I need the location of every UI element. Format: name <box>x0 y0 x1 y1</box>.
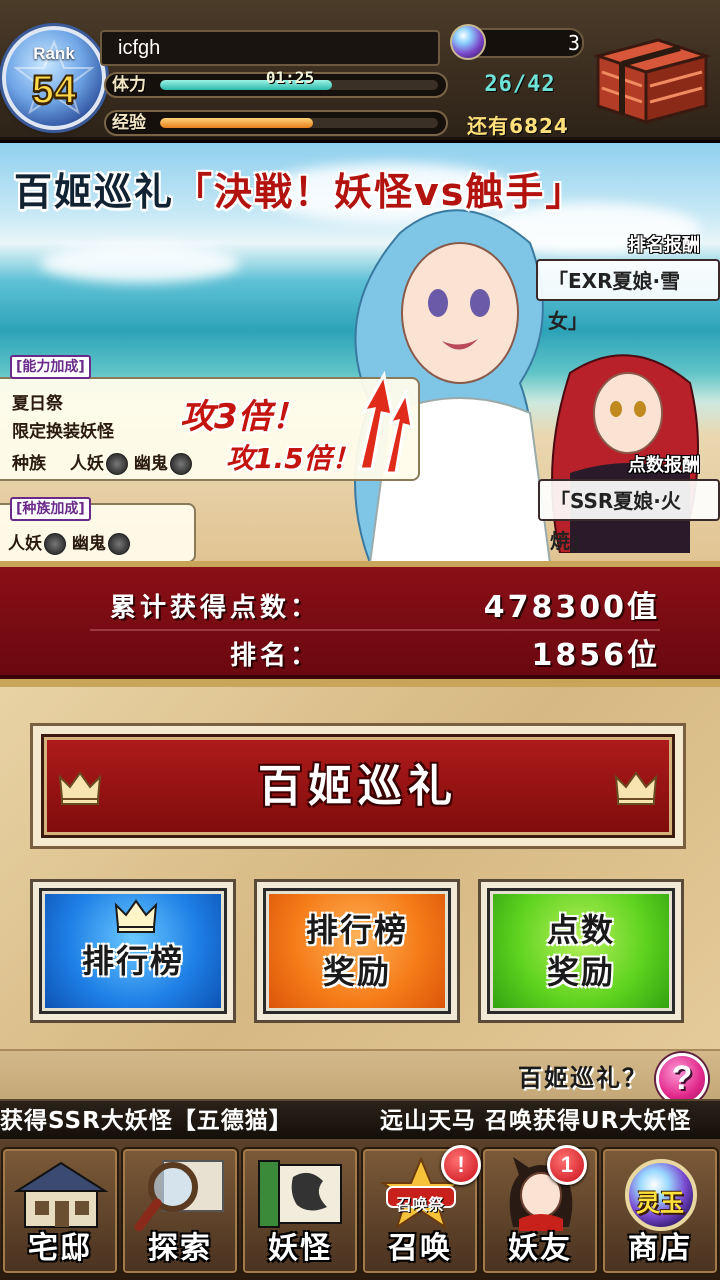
nav-label: 妖友 <box>508 1231 572 1266</box>
race-human-icon <box>105 453 128 475</box>
help-button[interactable]: ? <box>656 1053 708 1105</box>
ranking-reward-text: 「EXR夏娘·雪女」 <box>548 269 681 333</box>
race-buff-human: 人妖 <box>8 534 42 554</box>
nav-label: 商店 <box>628 1231 692 1266</box>
stamina-label: 体力 <box>112 75 146 95</box>
race-buff-human-icon <box>44 533 66 555</box>
rank-badge[interactable]: Rank 54 <box>2 26 106 130</box>
exp-remaining: 还有6824 <box>467 114 569 138</box>
race-ghost-label: 幽鬼 <box>133 454 168 474</box>
nav-shop[interactable]: 灵玉 商店 <box>601 1147 719 1275</box>
race-buff-ghost-icon <box>107 533 130 555</box>
stamina-count: 26/42 <box>484 72 556 97</box>
event-title-prefix: 百姬巡礼 <box>14 170 175 214</box>
race-buff-line: 人妖 幽鬼 <box>8 529 130 555</box>
nav-friends[interactable]: 1 妖友 <box>481 1145 599 1275</box>
rank-row: 排名： 1856位 <box>0 631 720 681</box>
points-reward-button[interactable]: 点数 奖励 <box>478 879 684 1023</box>
exp-bar: 经验 <box>104 110 448 136</box>
race-buff-head: [种族加成] <box>10 497 91 521</box>
ability-buff-line1: 夏日祭 <box>12 394 63 414</box>
magnifier-icon <box>134 1160 224 1231</box>
help-text[interactable]: 百姬巡礼？ <box>518 1051 648 1105</box>
nav-explore[interactable]: 探索 <box>121 1147 239 1275</box>
nav-label: 召唤 <box>388 1231 452 1266</box>
ability-buff-line2: 限定换装妖怪 <box>12 422 114 442</box>
ranking-reward-label: 排行榜 奖励 <box>305 911 408 991</box>
nav-yokai[interactable]: 妖怪 <box>241 1147 359 1275</box>
event-menu: 百姬巡礼 排行榜 排行榜 奖励 点数 奖励 百姬巡礼？ ? <box>0 679 720 1105</box>
event-banner[interactable]: 百姬巡礼「決戦！妖怪vs触手」 排名报酬 「EXR夏娘·雪女」 点数报酬 「SS… <box>0 143 720 561</box>
ability-race-prefix: 种族 <box>12 454 46 474</box>
attack-multiplier-3x: 攻3倍！ <box>180 397 306 437</box>
hundred-princess-button[interactable]: 百姬巡礼 <box>30 723 686 849</box>
event-rank-value: 1856位 <box>531 638 660 673</box>
help-strip: 百姬巡礼？ ? <box>0 1049 720 1105</box>
event-title-main: 「決戦！妖怪vs触手」 <box>174 170 586 214</box>
exp-fill <box>160 118 313 128</box>
race-ghost-icon <box>169 453 192 475</box>
stamina-timer: 01:25 <box>265 68 315 87</box>
rank-number: 54 <box>31 67 78 113</box>
event-rank-label: 排名： <box>229 641 320 671</box>
event-stats-panel: 累计获得点数： 478300值 排名： 1856位 <box>0 561 720 679</box>
news-ticker: 获得SSR大妖怪【五德猫】 远山天马 召唤获得UR大妖怪 <box>0 1099 720 1141</box>
scroll-icon <box>258 1160 342 1228</box>
nav-label: 宅邸 <box>28 1231 92 1266</box>
ability-buff-head: [能力加成] <box>10 355 91 379</box>
points-reward-name: 「SSR夏娘·火焼」 <box>538 479 720 553</box>
race-human-label: 人妖 <box>69 454 104 474</box>
crown-icon <box>614 771 658 805</box>
ranking-reward-name: 「EXR夏娘·雪女」 <box>536 259 720 333</box>
nav-label: 探索 <box>148 1231 212 1266</box>
bottom-nav: 宅邸 探索 妖怪 ! 召唤祭 召唤 1 妖友 灵玉 商店 <box>0 1141 720 1280</box>
nav-summon[interactable]: ! 召唤祭 召唤 <box>361 1145 481 1275</box>
spirit-jade-label: 灵玉 <box>636 1189 684 1217</box>
nav-mansion[interactable]: 宅邸 <box>1 1147 119 1275</box>
points-row: 累计获得点数： 478300值 <box>0 583 720 633</box>
points-reward-tag: 点数报酬 <box>628 455 700 476</box>
summon-festival-label: 召唤祭 <box>395 1195 444 1214</box>
spirit-jade-icon <box>450 24 486 60</box>
mansion-icon <box>13 1161 109 1228</box>
exp-label: 经验 <box>112 113 146 133</box>
player-name: icfgh <box>100 30 440 66</box>
ticker-message-1: 获得SSR大妖怪【五德猫】 <box>0 1108 293 1134</box>
nav-label: 妖怪 <box>268 1231 332 1266</box>
arrow-up-icon <box>358 370 414 475</box>
attack-multiplier-1-5x: 攻1.5倍！ <box>226 442 360 475</box>
ranking-label: 排行榜 <box>81 941 184 980</box>
ability-buff-line3: 种族 人妖 幽鬼 <box>12 449 192 475</box>
race-buff-ghost: 幽鬼 <box>71 534 106 554</box>
points-value: 478300值 <box>483 590 660 625</box>
rank-label: Rank <box>33 44 75 63</box>
ticker-message-2: 远山天马 召唤获得UR大妖怪 <box>380 1108 692 1134</box>
friends-notification-badge: 1 <box>547 1145 587 1185</box>
hundred-princess-label: 百姬巡礼 <box>258 761 458 812</box>
crown-icon <box>114 899 158 933</box>
points-label: 累计获得点数： <box>109 593 320 623</box>
points-reward-label: 点数 奖励 <box>546 911 615 991</box>
status-bar: Rank 54 icfgh 体力 01:25 经验 3 26/42 还有6824 <box>0 0 720 140</box>
gift-box-icon[interactable] <box>588 22 712 126</box>
ranking-reward-tag: 排名报酬 <box>628 235 700 256</box>
ranking-reward-button[interactable]: 排行榜 奖励 <box>254 879 460 1023</box>
ranking-button[interactable]: 排行榜 <box>30 879 236 1023</box>
summon-notification-badge: ! <box>441 1145 481 1185</box>
gem-count: 3 <box>567 31 580 55</box>
event-title: 百姬巡礼「決戦！妖怪vs触手」 <box>14 161 585 216</box>
